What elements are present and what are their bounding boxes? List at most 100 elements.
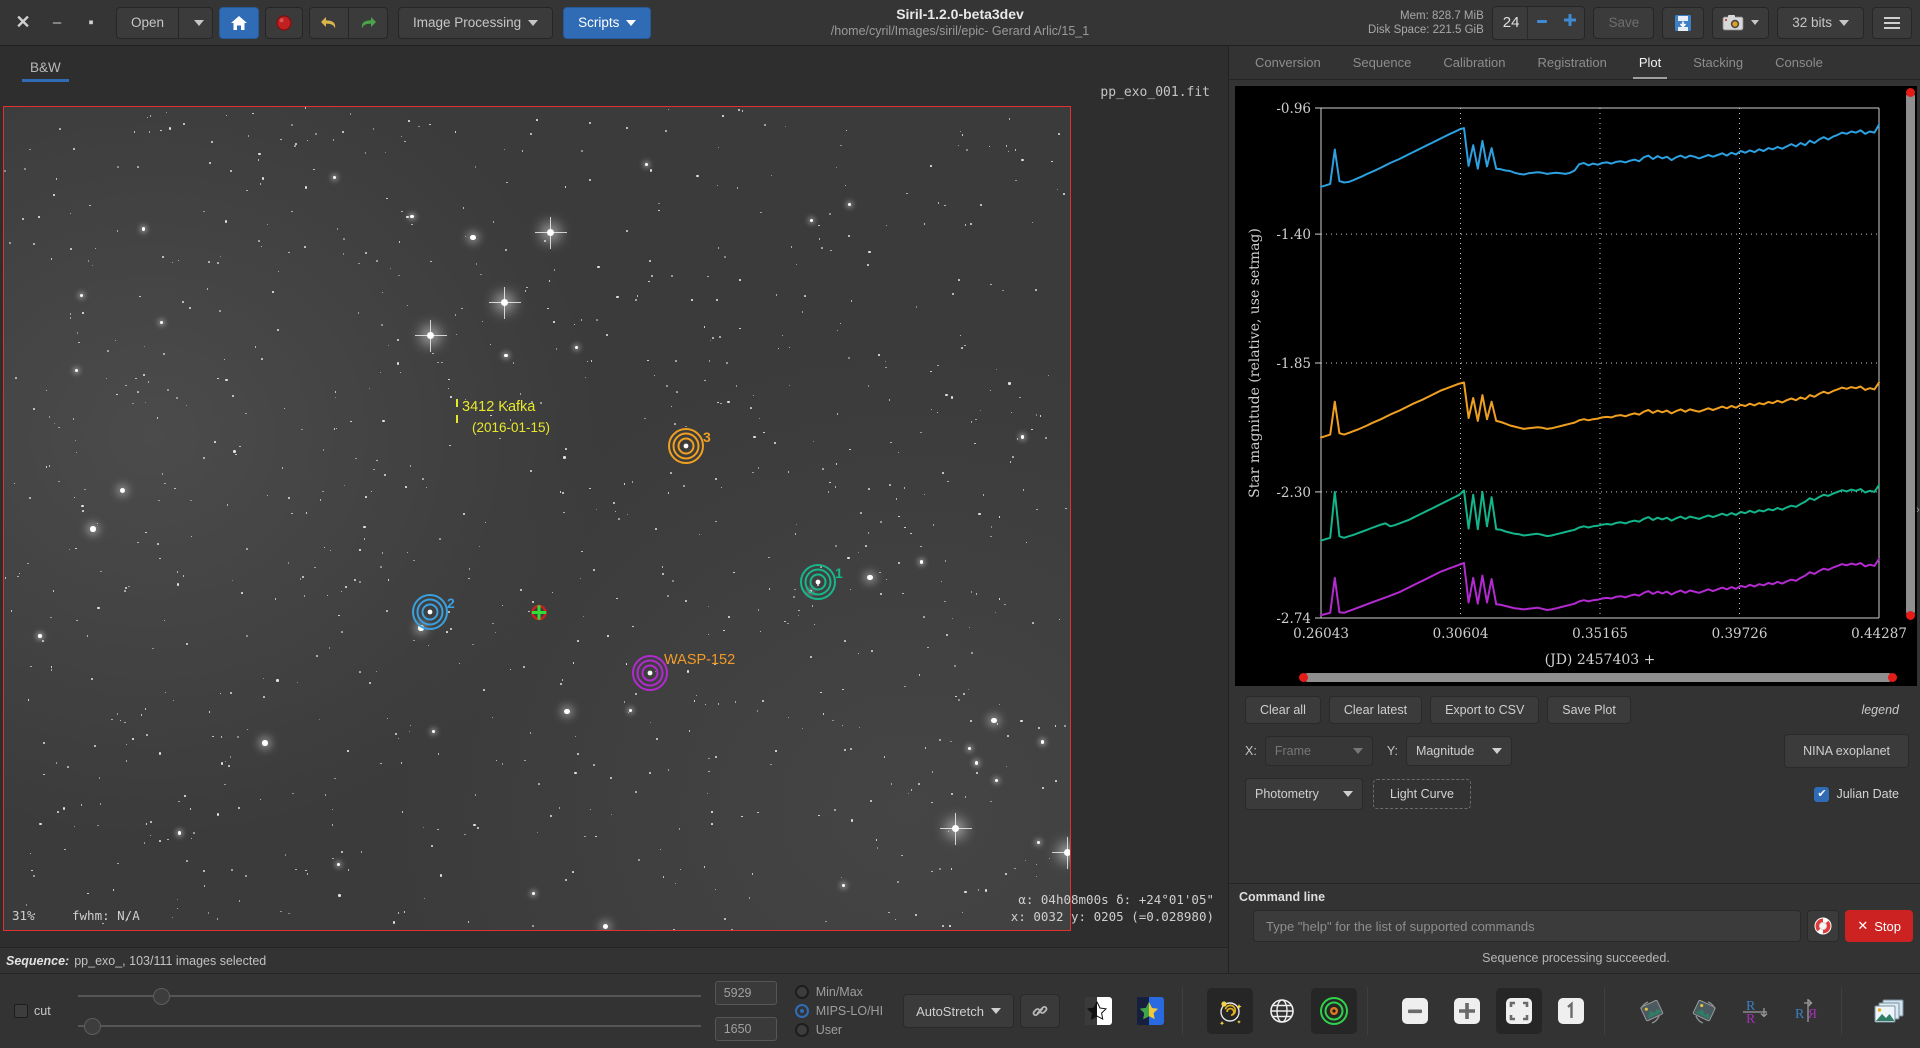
- x-axis-label: X:: [1245, 744, 1257, 758]
- photometry-target-icon: [1320, 997, 1348, 1025]
- lo-threshold-slider[interactable]: [78, 1018, 701, 1035]
- plot-scroll-handle-left[interactable]: [1299, 673, 1308, 682]
- light-curve-plot[interactable]: -0.96 -1.40 -1.85 -2.30 -2.740.26043 0.30604 0…: [1235, 86, 1917, 686]
- scripts-menu-button[interactable]: Scripts: [563, 6, 652, 39]
- hamburger-menu-icon: [1884, 16, 1900, 29]
- open-button[interactable]: Open: [116, 6, 180, 39]
- cut-checkbox[interactable]: cut: [8, 1004, 78, 1018]
- home-button[interactable]: [219, 6, 260, 39]
- star-color-button[interactable]: [1126, 988, 1172, 1034]
- plus-icon: [1564, 13, 1577, 26]
- plot-horizontal-scrollbar[interactable]: [1299, 673, 1897, 682]
- tab-console[interactable]: Console: [1759, 46, 1839, 79]
- astrometry-group: [1207, 988, 1357, 1034]
- julian-date-checkbox[interactable]: ✔ Julian Date: [1814, 786, 1909, 802]
- star-bw-icon: [1085, 997, 1112, 1025]
- hi-threshold-field[interactable]: 5929: [714, 981, 777, 1005]
- star-bw-button[interactable]: [1074, 988, 1120, 1034]
- image-panel: B&W pp_exo_001.fit 3 1 2 3412 Kafka (2016-…: [0, 46, 1228, 973]
- x-axis-select[interactable]: Frame: [1264, 736, 1373, 766]
- sequence-info-label: pp_exo_, 103/111 images selected: [74, 953, 267, 968]
- lo-threshold-field[interactable]: 1650: [714, 1017, 777, 1041]
- plot-scroll-handle-top[interactable]: [1906, 88, 1915, 97]
- tab-sequence[interactable]: Sequence: [1337, 46, 1428, 79]
- command-input[interactable]: Type "help" for the list of supported co…: [1253, 910, 1802, 942]
- snapshot-button[interactable]: [1712, 6, 1770, 39]
- thread-decrement-button[interactable]: [1528, 7, 1556, 39]
- save-as-icon: [1675, 14, 1692, 31]
- command-line-section: Command line Type "help" for the list of…: [1229, 883, 1920, 973]
- zoom-in-button[interactable]: [1444, 988, 1490, 1034]
- nina-exoplanet-button[interactable]: NINA exoplanet: [1784, 734, 1909, 768]
- record-button[interactable]: [265, 6, 304, 39]
- tab-conversion[interactable]: Conversion: [1239, 46, 1337, 79]
- plot-scroll-handle-bottom[interactable]: [1906, 611, 1915, 620]
- panel-collapse-handle[interactable]: ›: [1913, 490, 1920, 530]
- camera-icon: [1722, 14, 1744, 30]
- radio-user[interactable]: User: [794, 1023, 883, 1037]
- chain-link-button[interactable]: [1020, 994, 1060, 1028]
- command-help-button[interactable]: [1807, 910, 1840, 942]
- photometry-row: Photometry Light Curve ✔ Julian Date: [1229, 768, 1920, 810]
- image-processing-menu-button[interactable]: Image Processing: [398, 6, 554, 39]
- chevron-down-icon: [626, 19, 637, 26]
- tab-bw[interactable]: B&W: [16, 60, 75, 82]
- rotate-right-button[interactable]: [1681, 988, 1727, 1034]
- plot-container[interactable]: -0.96 -1.40 -1.85 -2.30 -2.74 0.26043 0.30604 0…: [1235, 86, 1917, 686]
- y-axis-select[interactable]: Magnitude: [1405, 736, 1512, 766]
- photometry-target-button[interactable]: [1311, 988, 1357, 1034]
- zoom-one-to-one-button[interactable]: [1548, 988, 1594, 1034]
- julian-date-label: Julian Date: [1836, 787, 1899, 801]
- lifebuoy-icon: [1814, 917, 1832, 935]
- main-menu-button[interactable]: [1872, 6, 1912, 39]
- image-canvas-area[interactable]: pp_exo_001.fit 3 1 2 3412 Kafka (2016-01-1…: [0, 82, 1228, 947]
- clear-latest-button[interactable]: Clear latest: [1328, 696, 1423, 724]
- save-as-button[interactable]: [1662, 6, 1705, 39]
- zoom-fit-icon: [1506, 998, 1532, 1024]
- transform-group: R R R R: [1629, 988, 1831, 1034]
- radio-dot: [794, 1023, 809, 1037]
- thread-count-stepper[interactable]: 24: [1491, 5, 1586, 40]
- radio-minmax-label: Min/Max: [815, 985, 863, 999]
- rotate-left-button[interactable]: [1629, 988, 1675, 1034]
- tab-stacking[interactable]: Stacking: [1677, 46, 1759, 79]
- window-minimize-button[interactable]: –: [40, 6, 74, 40]
- tab-registration[interactable]: Registration: [1521, 46, 1622, 79]
- open-dropdown-button[interactable]: [179, 6, 214, 39]
- image-processing-label: Image Processing: [413, 15, 522, 30]
- zoom-in-icon: [1454, 998, 1480, 1024]
- stop-button[interactable]: ✕ Stop: [1845, 910, 1913, 942]
- right-panel: Conversion Sequence Calibration Registratio…: [1228, 46, 1920, 973]
- clear-all-button[interactable]: Clear all: [1245, 696, 1321, 724]
- save-button[interactable]: Save: [1593, 6, 1655, 39]
- plot-vertical-scrollbar[interactable]: [1906, 88, 1915, 620]
- marker-label: 2: [447, 595, 455, 611]
- bit-depth-button[interactable]: 32 bits: [1777, 6, 1864, 39]
- zoom-fit-button[interactable]: [1496, 988, 1542, 1034]
- globe-button[interactable]: [1259, 988, 1305, 1034]
- undo-button[interactable]: [309, 6, 350, 39]
- bit-depth-label: 32 bits: [1792, 15, 1832, 30]
- astro-image-view[interactable]: 3 1 2 3412 Kafka (2016-01-15) WASP-152: [3, 106, 1071, 931]
- tab-calibration[interactable]: Calibration: [1427, 46, 1521, 79]
- header-bar: ✕ – ▪ Open Image Processing Scripts Siri…: [0, 0, 1920, 46]
- mirror-horizontal-button[interactable]: R R: [1785, 988, 1831, 1034]
- export-csv-button[interactable]: Export to CSV: [1430, 696, 1540, 724]
- frame-list-button[interactable]: [1866, 988, 1912, 1034]
- zoom-out-button[interactable]: [1392, 988, 1438, 1034]
- photometry-select[interactable]: Photometry: [1245, 778, 1363, 810]
- tab-plot[interactable]: Plot: [1623, 46, 1677, 79]
- save-plot-button[interactable]: Save Plot: [1547, 696, 1631, 724]
- window-maximize-button[interactable]: ▪: [74, 6, 108, 40]
- redo-button[interactable]: [349, 6, 389, 39]
- astrometry-button[interactable]: [1207, 988, 1253, 1034]
- thread-increment-button[interactable]: [1556, 7, 1584, 39]
- radio-mips-lohi[interactable]: MIPS-LO/HI: [794, 1004, 883, 1018]
- display-mode-select[interactable]: AutoStretch: [903, 994, 1014, 1028]
- mirror-vertical-button[interactable]: R R: [1733, 988, 1779, 1034]
- light-curve-button[interactable]: Light Curve: [1373, 779, 1471, 809]
- radio-minmax[interactable]: Min/Max: [794, 985, 883, 999]
- hi-threshold-slider[interactable]: [78, 988, 701, 1005]
- plot-scroll-handle-right[interactable]: [1888, 673, 1897, 682]
- window-close-button[interactable]: ✕: [6, 6, 40, 40]
